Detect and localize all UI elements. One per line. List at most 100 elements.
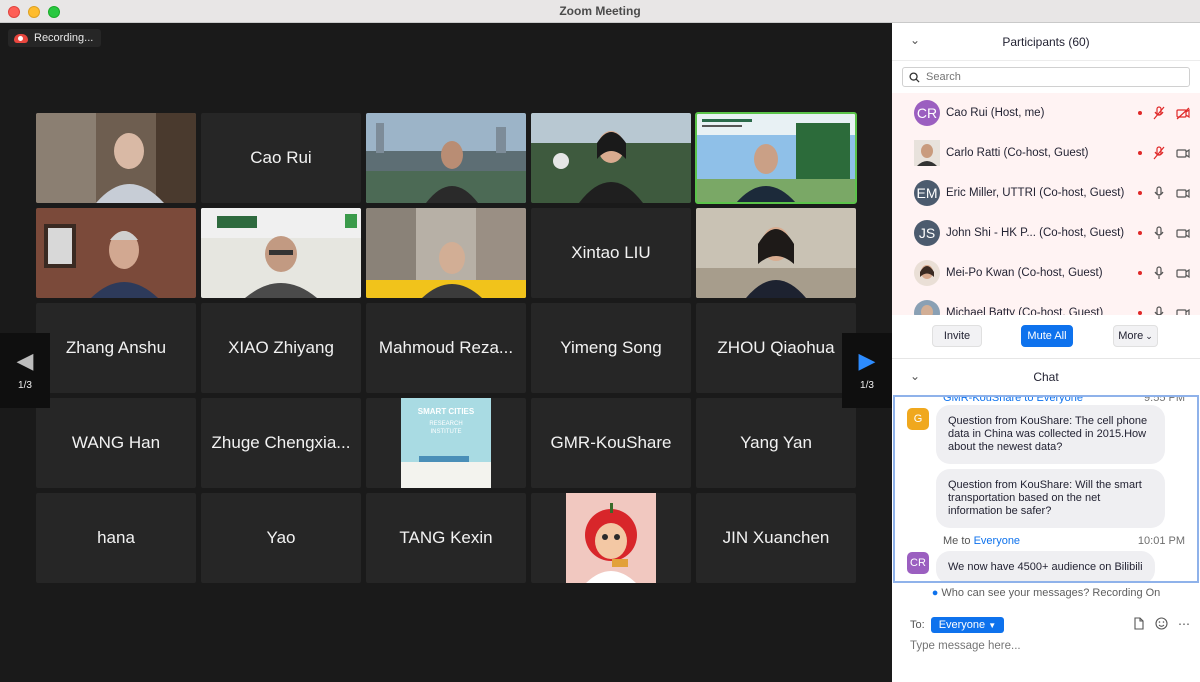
avatar — [914, 300, 940, 315]
mic-muted-icon[interactable] — [1152, 146, 1166, 160]
video-tile[interactable]: JIN Xuanchen — [696, 493, 856, 583]
page-indicator: 1/3 — [18, 380, 32, 391]
participant-name: Cao Rui (Host, me) — [946, 107, 1045, 119]
video-icon[interactable] — [1176, 226, 1190, 240]
participant-video — [36, 113, 196, 203]
video-tile[interactable]: WANG Han — [36, 398, 196, 488]
mic-icon[interactable] — [1152, 226, 1166, 240]
svg-text:INSTITUTE: INSTITUTE — [431, 429, 462, 435]
video-tile[interactable] — [201, 208, 361, 298]
video-tile[interactable]: Zhang Anshu — [36, 303, 196, 393]
more-options-icon[interactable]: ⋯ — [1178, 617, 1190, 631]
avatar: EM — [914, 180, 940, 206]
recipient-dropdown[interactable]: Everyone ▼ — [930, 617, 1005, 633]
people-icon: ● — [931, 587, 939, 599]
video-tile[interactable]: XIAO Zhiyang — [201, 303, 361, 393]
participant-row[interactable]: JS John Shi - HK P... (Co-host, Guest) — [892, 213, 1200, 253]
recording-cloud-icon — [14, 33, 28, 43]
video-tile[interactable] — [366, 113, 526, 203]
video-tile[interactable]: Yang Yan — [696, 398, 856, 488]
video-tile[interactable]: SMART CITIES RESEARCH INSTITUTE — [366, 398, 526, 488]
participant-name: Zhang Anshu — [65, 338, 167, 357]
cartoon-avatar-image — [566, 493, 656, 583]
search-icon — [909, 71, 920, 83]
participant-name: Xintao LIU — [571, 243, 651, 262]
recording-dot-icon — [1138, 191, 1142, 195]
video-icon[interactable] — [1176, 186, 1190, 200]
participant-name: John Shi - HK P... (Co-host, Guest) — [946, 227, 1125, 239]
recording-dot-icon — [1138, 271, 1142, 275]
more-button[interactable]: More ⌄ — [1113, 325, 1158, 347]
participant-video — [201, 208, 361, 298]
participant-search[interactable] — [902, 67, 1190, 87]
participant-row[interactable]: CR Cao Rui (Host, me) — [892, 93, 1200, 133]
video-tile[interactable] — [36, 208, 196, 298]
video-tile[interactable] — [366, 208, 526, 298]
minimize-window-button[interactable] — [28, 6, 40, 18]
search-input[interactable] — [926, 71, 1176, 83]
video-tile[interactable]: Xintao LIU — [531, 208, 691, 298]
participant-name: hana — [97, 528, 135, 547]
next-page-button[interactable]: ▶ 1/3 — [842, 333, 892, 408]
video-tile[interactable]: Yao — [201, 493, 361, 583]
video-off-icon[interactable] — [1176, 106, 1190, 120]
video-tile[interactable]: Yimeng Song — [531, 303, 691, 393]
mic-icon[interactable] — [1152, 186, 1166, 200]
video-tile[interactable]: TANG Kexin — [366, 493, 526, 583]
participant-name: ZHOU Qiaohua — [717, 338, 835, 357]
mic-muted-icon[interactable] — [1152, 106, 1166, 120]
participant-name: Michael Batty (Co-host, Guest) — [946, 307, 1104, 315]
emoji-icon[interactable] — [1155, 617, 1168, 630]
video-tile[interactable]: hana — [36, 493, 196, 583]
previous-page-button[interactable]: ◀ 1/3 — [0, 333, 50, 408]
video-tile[interactable]: Cao Rui — [201, 113, 361, 203]
recording-dot-icon — [1138, 111, 1142, 115]
video-tile[interactable] — [696, 208, 856, 298]
close-window-button[interactable] — [8, 6, 20, 18]
visibility-text: Who can see your messages? Recording On — [941, 587, 1161, 599]
participant-video — [696, 113, 856, 203]
video-tile-active-speaker[interactable] — [695, 112, 857, 204]
chevron-down-icon: ⌄ — [1145, 330, 1153, 341]
video-tile[interactable]: Zhuge Chengxia... — [201, 398, 361, 488]
participants-title: Participants (60) — [1002, 34, 1090, 49]
avatar — [914, 260, 940, 286]
chat-header: ⌄ Chat — [892, 359, 1200, 395]
message-time: 9:55 PM — [1144, 395, 1185, 404]
participant-name: TANG Kexin — [399, 528, 493, 547]
svg-text:SMART CITIES: SMART CITIES — [418, 407, 475, 416]
smart-cities-logo-image: SMART CITIES RESEARCH INSTITUTE — [401, 398, 491, 488]
video-gallery: Recording... Cao Rui Xintao LIU Zhang An… — [0, 23, 892, 682]
participant-row[interactable]: Carlo Ratti (Co-host, Guest) — [892, 133, 1200, 173]
participant-name: Eric Miller, UTTRI (Co-host, Guest) — [946, 187, 1125, 199]
video-tile[interactable]: ZHOU Qiaohua — [696, 303, 856, 393]
participant-row[interactable]: Mei-Po Kwan (Co-host, Guest) — [892, 253, 1200, 293]
visibility-notice[interactable]: ● Who can see your messages? Recording O… — [892, 587, 1200, 599]
participant-video — [366, 208, 526, 298]
video-tile[interactable]: GMR-KouShare — [531, 398, 691, 488]
mic-icon[interactable] — [1152, 306, 1166, 315]
video-tile[interactable] — [36, 113, 196, 203]
page-indicator: 1/3 — [860, 380, 874, 391]
collapse-chevron-icon[interactable]: ⌄ — [910, 33, 920, 47]
participant-name: Mahmoud Reza... — [378, 338, 514, 357]
sender-target: Everyone — [973, 535, 1021, 547]
video-tile[interactable]: Mahmoud Reza... — [366, 303, 526, 393]
recording-indicator[interactable]: Recording... — [8, 29, 102, 47]
participant-row[interactable]: Michael Batty (Co-host, Guest) — [892, 293, 1200, 315]
video-tile[interactable] — [531, 113, 691, 203]
video-icon[interactable] — [1176, 266, 1190, 280]
participant-row[interactable]: EM Eric Miller, UTTRI (Co-host, Guest) — [892, 173, 1200, 213]
message-input[interactable] — [910, 640, 1180, 652]
invite-button[interactable]: Invite — [932, 325, 982, 347]
mic-icon[interactable] — [1152, 266, 1166, 280]
participant-video — [366, 113, 526, 203]
maximize-window-button[interactable] — [48, 6, 60, 18]
mute-all-button[interactable]: Mute All — [1021, 325, 1073, 347]
video-tile[interactable] — [531, 493, 691, 583]
collapse-chevron-icon[interactable]: ⌄ — [910, 369, 920, 383]
video-icon[interactable] — [1176, 306, 1190, 315]
file-icon[interactable] — [1133, 617, 1145, 630]
chat-messages[interactable]: GMR-KouShare to Everyone 9:55 PM G Quest… — [893, 395, 1199, 583]
video-icon[interactable] — [1176, 146, 1190, 160]
